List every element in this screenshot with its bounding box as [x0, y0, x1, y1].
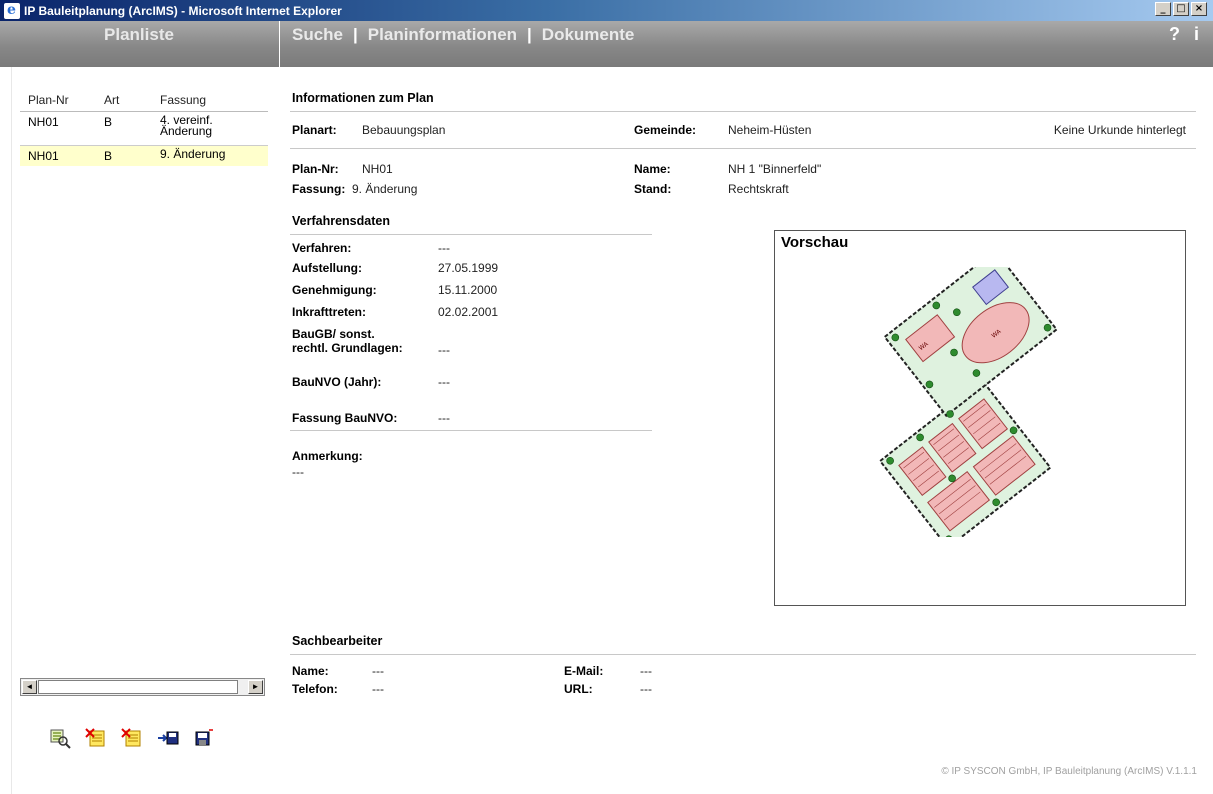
plannr-label: Plan-Nr:	[292, 162, 339, 176]
tab-dokumente[interactable]: Dokumente	[542, 25, 635, 45]
planart-value: Bebauungsplan	[362, 123, 446, 137]
scroll-right-button[interactable]: ►	[248, 680, 263, 694]
scroll-left-button[interactable]: ◄	[22, 680, 37, 694]
preview-title: Vorschau	[781, 234, 849, 251]
divider	[290, 234, 652, 235]
table-row[interactable]: NH01 B 4. vereinf. Änderung	[20, 112, 268, 146]
close-button[interactable]: ×	[1191, 2, 1207, 16]
planart-label: Planart:	[292, 123, 337, 137]
plan-preview-map[interactable]: WA WA	[845, 267, 1115, 537]
fassung-value: 9. Änderung	[352, 182, 418, 196]
name-label: Name:	[634, 162, 671, 176]
sb-telefon-label: Telefon:	[292, 682, 338, 696]
aufstellung-value: 27.05.1999	[438, 261, 499, 275]
window-titlebar: IP Bauleitplanung (ArcIMS) - Microsoft I…	[0, 0, 1213, 21]
genehmigung-value: 15.11.2000	[438, 283, 498, 297]
cell-plannr: NH01	[28, 149, 59, 163]
gemeinde-value: Neheim-Hüsten	[728, 123, 812, 137]
window-controls: _ □ ×	[1155, 2, 1207, 16]
nav-divider	[279, 21, 280, 67]
info-icon[interactable]: i	[1194, 24, 1199, 45]
fassung-baunvo-label: Fassung BauNVO:	[292, 411, 398, 425]
anmerkung-value: ---	[292, 465, 304, 479]
copyright-footer: © IP SYSCON GmbH, IP Bauleitplanung (Arc…	[941, 766, 1197, 777]
sb-email-value: ---	[640, 664, 652, 678]
import-icon[interactable]	[156, 727, 180, 749]
verfahren-label: Verfahren:	[292, 241, 352, 255]
planlist-toolbar	[48, 727, 216, 749]
sb-url-value: ---	[640, 682, 652, 696]
baunvo-label: BauNVO (Jahr):	[292, 375, 382, 389]
stand-label: Stand:	[634, 182, 672, 196]
table-row-selected[interactable]: NH01 B 9. Änderung	[20, 146, 268, 166]
planlist-header: Plan-Nr Art Fassung	[20, 88, 268, 112]
verfahren-value: ---	[438, 241, 450, 255]
maximize-button[interactable]: □	[1173, 2, 1189, 16]
tab-separator: |	[527, 25, 532, 44]
urkunde-status: Keine Urkunde hinterlegt	[1053, 123, 1186, 137]
name-value: NH 1 "Binnerfeld"	[728, 162, 822, 176]
planliste-title: Planliste	[104, 25, 174, 44]
nav-bar: Planliste Suche | Planinformationen | Do…	[0, 21, 1213, 67]
column-header-plannr[interactable]: Plan-Nr	[20, 93, 102, 107]
baugb-value: ---	[438, 343, 450, 357]
sb-email-label: E-Mail:	[564, 664, 604, 678]
column-header-art[interactable]: Art	[102, 93, 156, 107]
tab-suche[interactable]: Suche	[292, 25, 343, 45]
cell-plannr: NH01	[28, 115, 59, 129]
plannr-value: NH01	[362, 162, 393, 176]
nav-tabs: Suche | Planinformationen | Dokumente	[292, 25, 634, 45]
divider	[290, 148, 1196, 149]
plan-info-header: Informationen zum Plan	[292, 91, 434, 105]
minimize-button[interactable]: _	[1155, 2, 1171, 16]
nav-help-area: ? i	[1169, 24, 1199, 45]
frame-left-border	[0, 67, 12, 794]
baunvo-value: ---	[438, 375, 450, 389]
clear-list-icon[interactable]	[120, 727, 144, 749]
sachbearbeiter-header: Sachbearbeiter	[292, 634, 383, 648]
delete-list-icon[interactable]	[84, 727, 108, 749]
gemeinde-label: Gemeinde:	[634, 123, 697, 137]
inkrafttreten-label: Inkrafttreten:	[292, 305, 367, 319]
baugb-label: BauGB/ sonst.	[292, 327, 375, 341]
cell-art: B	[104, 115, 113, 129]
cell-fassung: 4. vereinf. Änderung	[160, 113, 213, 138]
save-icon[interactable]	[192, 727, 216, 749]
tab-separator: |	[353, 25, 358, 44]
cell-fassung: 9. Änderung	[160, 147, 226, 161]
sb-telefon-value: ---	[372, 682, 384, 696]
cell-art: B	[104, 149, 113, 163]
preview-panel: Vorschau WA WA	[774, 230, 1186, 606]
fassung-baunvo-value: ---	[438, 411, 450, 425]
planlist-panel: Plan-Nr Art Fassung NH01 B 4. vereinf. Ä…	[20, 88, 268, 696]
ie-icon	[4, 2, 20, 19]
anmerkung-label: Anmerkung:	[292, 449, 363, 463]
horizontal-scrollbar[interactable]: ◄ ►	[20, 678, 265, 696]
divider	[290, 654, 1196, 655]
tab-planinformationen[interactable]: Planinformationen	[368, 25, 517, 45]
baugb-label-2: rechtl. Grundlagen:	[292, 341, 403, 355]
inkrafttreten-value: 02.02.2001	[438, 305, 499, 319]
help-icon[interactable]: ?	[1169, 24, 1180, 45]
sb-url-label: URL:	[564, 682, 593, 696]
zoom-to-plan-icon[interactable]	[48, 727, 72, 749]
divider	[290, 111, 1196, 112]
genehmigung-label: Genehmigung:	[292, 283, 377, 297]
scroll-thumb[interactable]	[38, 680, 238, 694]
divider	[290, 430, 652, 431]
sb-name-value: ---	[372, 664, 384, 678]
fassung-label: Fassung:	[292, 182, 346, 196]
window-title: IP Bauleitplanung (ArcIMS) - Microsoft I…	[24, 3, 342, 18]
sb-name-label: Name:	[292, 664, 329, 678]
aufstellung-label: Aufstellung:	[292, 261, 362, 275]
stand-value: Rechtskraft	[728, 182, 789, 196]
column-header-fassung[interactable]: Fassung	[156, 93, 256, 107]
verfahrensdaten-header: Verfahrensdaten	[292, 214, 390, 228]
